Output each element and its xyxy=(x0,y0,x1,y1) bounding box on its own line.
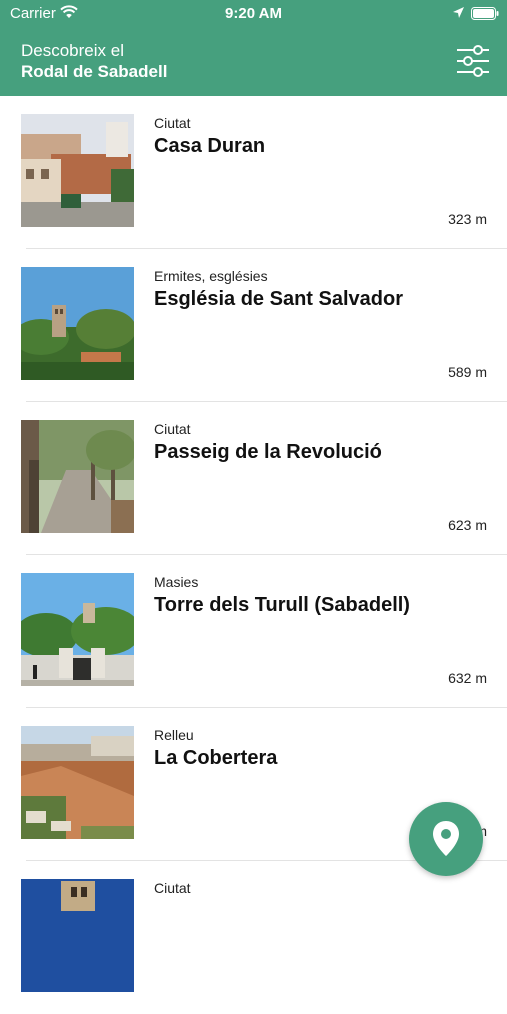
status-bar: Carrier 9:20 AM xyxy=(0,0,507,28)
header-title-line2: Rodal de Sabadell xyxy=(21,62,168,81)
place-distance: 323 m xyxy=(448,211,487,227)
place-name: Passeig de la Revolució xyxy=(154,441,382,463)
place-distance: 589 m xyxy=(448,364,487,380)
place-name: Casa Duran xyxy=(154,135,266,157)
place-thumbnail xyxy=(21,114,134,227)
place-row[interactable]: Ermites, esglésies Església de Sant Salv… xyxy=(0,249,507,402)
places-list: Ciutat Casa Duran 323 m Ermites, esglési… xyxy=(0,96,507,1014)
place-thumbnail xyxy=(21,267,134,380)
sliders-icon xyxy=(457,45,489,77)
place-category: Ciutat xyxy=(154,115,191,131)
place-distance: 623 m xyxy=(448,517,487,533)
place-row[interactable]: Masies Torre dels Turull (Sabadell) 632 … xyxy=(0,555,507,708)
place-category: Ermites, esglésies xyxy=(154,268,268,284)
place-name: Església de Sant Salvador xyxy=(154,288,403,310)
battery-icon xyxy=(471,7,499,25)
filter-button[interactable] xyxy=(455,44,491,78)
map-pin-icon xyxy=(433,821,459,856)
place-category: Ciutat xyxy=(154,421,191,437)
location-arrow-icon xyxy=(452,6,465,24)
place-distance: 632 m xyxy=(448,670,487,686)
place-name: La Cobertera xyxy=(154,747,278,769)
place-row[interactable]: Ciutat Passeig de la Revolució 623 m xyxy=(0,402,507,555)
header-title-line1: Descobreix el xyxy=(21,41,124,60)
place-thumbnail xyxy=(21,879,134,992)
place-row[interactable]: Ciutat Casa Duran 323 m xyxy=(0,96,507,249)
map-button[interactable] xyxy=(409,802,483,876)
place-thumbnail xyxy=(21,573,134,686)
app-header: Carrier 9:20 AM Descobreix el Rodal de S… xyxy=(0,0,507,96)
place-category: Ciutat xyxy=(154,880,191,896)
place-name: Torre dels Turull (Sabadell) xyxy=(154,594,410,616)
place-thumbnail xyxy=(21,420,134,533)
status-time: 9:20 AM xyxy=(225,5,282,22)
place-category: Relleu xyxy=(154,727,194,743)
place-row[interactable]: Ciutat xyxy=(0,861,507,1014)
place-category: Masies xyxy=(154,574,199,590)
place-thumbnail xyxy=(21,726,134,839)
